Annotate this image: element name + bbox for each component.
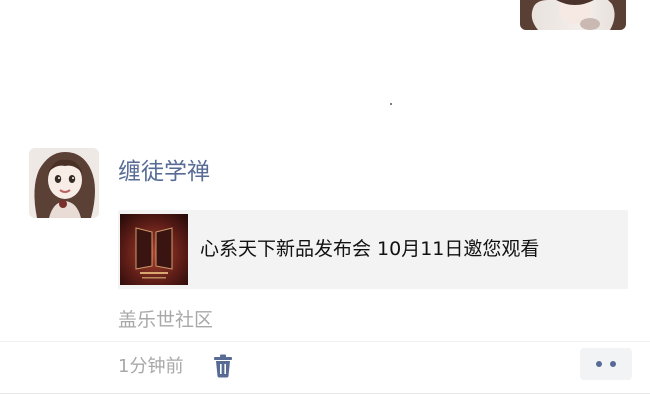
dot — [596, 361, 602, 367]
divider — [0, 341, 650, 342]
trash-icon[interactable] — [212, 354, 234, 378]
more-dots-icon[interactable] — [580, 348, 632, 380]
post-time: 1分钟前 — [118, 356, 184, 377]
dot — [610, 361, 616, 367]
shared-link-title: 心系天下新品发布会 10月11日邀您观看 — [200, 238, 540, 260]
event-poster-icon — [120, 214, 188, 285]
source-label[interactable]: 盖乐世社区 — [118, 306, 213, 334]
username-link[interactable]: 缠徒学禅 — [118, 155, 210, 189]
shared-link-card[interactable]: 心系天下新品发布会 10月11日邀您观看 — [118, 210, 628, 289]
user-avatar-icon[interactable] — [29, 148, 99, 218]
stray-dot — [390, 103, 392, 105]
bottom-divider — [0, 393, 650, 394]
previous-post-image[interactable] — [520, 0, 626, 30]
